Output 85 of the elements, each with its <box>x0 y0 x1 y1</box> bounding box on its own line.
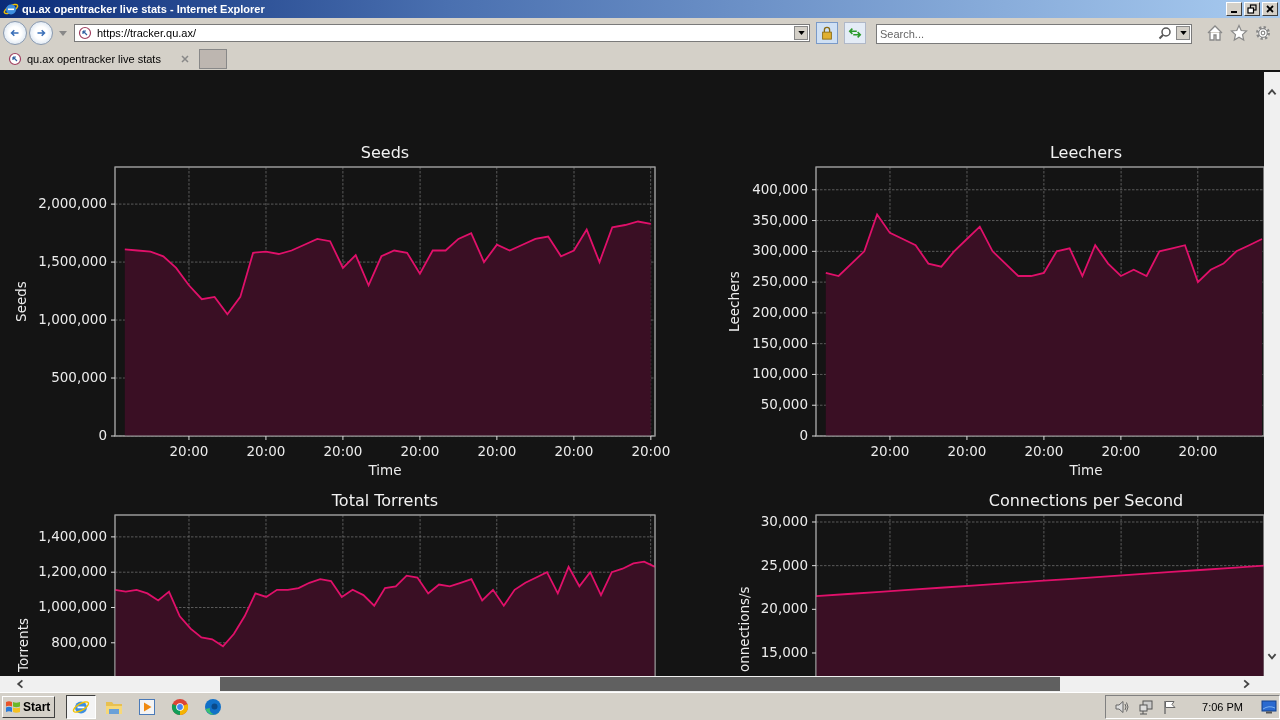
clock[interactable]: 7:06 PM <box>1202 700 1243 713</box>
tick-label: 50,000 <box>760 396 808 413</box>
close-icon <box>1265 4 1275 14</box>
tick-label: 1,200,000 <box>38 563 107 580</box>
chart-title: Connections per Second <box>988 492 1184 510</box>
search-icon[interactable] <box>1158 26 1172 40</box>
tick-label: 20:00 <box>631 443 671 459</box>
tick-label: 15,000 <box>760 644 808 660</box>
tick-label: 20:00 <box>1178 443 1218 459</box>
axis-label: onnections/s <box>736 586 752 672</box>
address-field[interactable]: https://tracker.qu.ax/ <box>74 24 810 42</box>
play-icon <box>138 697 157 716</box>
dropdown-button[interactable] <box>1176 26 1190 40</box>
tick-label: 20:00 <box>323 443 363 459</box>
close-button[interactable] <box>1262 2 1278 16</box>
tick-label: 1,400,000 <box>38 527 107 544</box>
tick-label: 25,000 <box>760 556 808 573</box>
flag-icon[interactable] <box>1162 698 1179 715</box>
tick-label: 0 <box>799 427 808 443</box>
taskbar-button[interactable] <box>66 694 97 719</box>
security-lock-button[interactable] <box>816 22 838 44</box>
tick-label: 20:00 <box>1101 443 1141 459</box>
tick-label: 1,000,000 <box>38 598 107 615</box>
chart-title: Leechers <box>1050 142 1122 162</box>
speaker-icon[interactable] <box>1114 698 1131 715</box>
arrows-icon <box>848 26 862 40</box>
network-icon[interactable] <box>1138 698 1155 715</box>
chart-title: Total Torrents <box>331 492 439 510</box>
star-icon[interactable] <box>1230 24 1248 42</box>
tick-label: 30,000 <box>760 513 808 529</box>
caret-icon <box>1179 31 1187 35</box>
dropdown-button[interactable] <box>794 26 808 40</box>
tick-label: 20:00 <box>477 443 517 459</box>
tick-label: 150,000 <box>752 334 808 351</box>
dropdown-arrow-icon[interactable] <box>59 30 67 36</box>
start-button[interactable]: Start <box>2 695 56 718</box>
minimize-icon <box>1231 11 1237 13</box>
tab-title: qu.ax opentracker live stats <box>27 53 162 65</box>
tick-label: 2,000,000 <box>38 195 107 212</box>
caret-icon <box>797 31 805 35</box>
tick-label: 100,000 <box>752 365 808 382</box>
tick-label: 20:00 <box>1024 443 1064 459</box>
back-button[interactable] <box>3 21 27 45</box>
windows-flag-icon <box>5 698 21 715</box>
close-icon[interactable] <box>180 54 190 64</box>
search-field[interactable]: Search... <box>876 24 1192 44</box>
restore-button[interactable] <box>1244 2 1260 16</box>
tick-label: 20:00 <box>169 443 209 459</box>
tick-label: 400,000 <box>752 180 808 197</box>
axis-label: Leechers <box>726 271 742 332</box>
scrollbar-thumb[interactable] <box>220 677 1060 691</box>
tick-label: 20:00 <box>947 443 987 459</box>
chart-title: Seeds <box>360 142 410 162</box>
tick-label: 20:00 <box>554 443 594 459</box>
tick-label: 20:00 <box>400 443 440 459</box>
tick-label: 0 <box>98 427 107 443</box>
tick-label: 250,000 <box>752 273 808 290</box>
tick-label: 20:00 <box>246 443 286 459</box>
padlock-icon <box>820 26 834 40</box>
forward-button[interactable] <box>29 21 53 45</box>
axis-label: Time <box>368 462 402 478</box>
tick-label: 20:00 <box>870 443 910 459</box>
site-icon <box>78 26 92 40</box>
axis-label: Time <box>1069 462 1103 478</box>
tick-label: 800,000 <box>51 633 107 650</box>
tick-label: 1,500,000 <box>38 253 107 270</box>
settings-icon[interactable] <box>1254 24 1272 42</box>
tick-label: 200,000 <box>752 303 808 320</box>
tick-label: 300,000 <box>752 242 808 259</box>
home-icon[interactable] <box>1206 24 1224 42</box>
refresh-button[interactable] <box>844 22 866 44</box>
site-icon <box>8 52 22 66</box>
tick-label: 20,000 <box>760 600 808 617</box>
browser-logo-icon <box>3 1 19 17</box>
tick-label: 350,000 <box>752 211 808 228</box>
monitor-icon[interactable] <box>1261 698 1277 715</box>
axis-label: Seeds <box>13 281 29 322</box>
tick-label: 500,000 <box>51 369 107 386</box>
browser-icon <box>171 697 190 716</box>
axis-label: Torrents <box>15 618 31 672</box>
window-title: qu.ax opentracker live stats - Internet Explorer <box>22 3 265 15</box>
minimize-button[interactable] <box>1226 2 1242 16</box>
tick-label: 1,000,000 <box>38 311 107 328</box>
restore-icon <box>1247 4 1257 14</box>
browser-icon <box>204 697 223 716</box>
